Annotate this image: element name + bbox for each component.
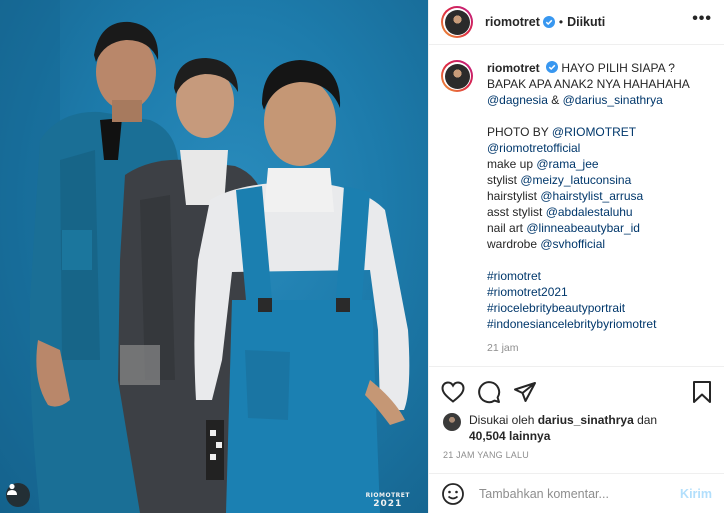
hashtag-link[interactable]: #riocelebritybeautyportrait <box>487 300 690 316</box>
credit-line: PHOTO BY @RIOMOTRET <box>487 125 637 139</box>
comment-bubble-icon[interactable] <box>477 380 501 404</box>
like-heart-icon[interactable] <box>441 381 465 403</box>
separator-dot: • <box>558 15 564 29</box>
liker-username[interactable]: darius_sinathrya <box>538 413 634 427</box>
verified-badge-icon <box>542 16 555 28</box>
user-icon <box>7 483 17 495</box>
mention-link[interactable]: @riomotretofficial <box>487 141 580 155</box>
mention-link[interactable]: @abdalestaluhu <box>546 205 633 219</box>
credit-line: @riomotretofficial <box>487 140 690 156</box>
caption-username[interactable]: riomotret <box>487 61 540 75</box>
emoji-icon[interactable] <box>441 482 465 506</box>
post-comment-button[interactable]: Kirim <box>680 487 712 501</box>
mention-link[interactable]: @dagnesia <box>487 93 548 107</box>
likes-count[interactable]: 40,504 lainnya <box>469 429 550 443</box>
post-header: riomotret • Diikuti ••• <box>429 0 724 45</box>
hashtag-link[interactable]: #indonesiancelebritybyriomotret <box>487 316 690 332</box>
watermark-line2: 2021 <box>373 499 403 509</box>
caption-amp: & <box>547 93 563 107</box>
watermark: RIOMOTRET 2021 <box>366 493 410 509</box>
mention-link[interactable]: @meizy_latuconsina <box>520 173 631 187</box>
likes-summary: Disukai oleh darius_sinathrya dan 40,504… <box>443 412 657 444</box>
caption-line1: HAYO PILIH SIAPA ? <box>561 61 675 75</box>
credit-line: wardrobe @svhofficial <box>487 237 606 251</box>
bookmark-icon[interactable] <box>692 380 712 404</box>
hashtag-link[interactable]: #riomotret2021 <box>487 284 690 300</box>
mention-link[interactable]: @svhofficial <box>540 237 605 251</box>
liker-avatar[interactable] <box>443 413 461 431</box>
credit-line: stylist @meizy_latuconsina <box>487 173 632 187</box>
post-photo[interactable]: RIOMOTRET 2021 <box>0 0 428 513</box>
author-avatar[interactable] <box>441 6 473 38</box>
caption-timestamp[interactable]: 21 jam <box>487 340 690 356</box>
mention-link[interactable]: @rama_jee <box>536 157 598 171</box>
mention-link[interactable]: @darius_sinathrya <box>563 93 663 107</box>
likes-prefix: Disukai oleh <box>469 413 538 427</box>
more-options-icon[interactable]: ••• <box>692 11 712 27</box>
likes-middle: dan <box>633 413 658 427</box>
comment-input[interactable] <box>479 487 681 501</box>
mention-link[interactable]: @hairstylist_arrusa <box>540 189 643 203</box>
credit-line: hairstylist @hairstylist_arrusa <box>487 189 644 203</box>
credit-line: make up @rama_jee <box>487 157 599 171</box>
caption: riomotret HAYO PILIH SIAPA ? BAPAK APA A… <box>441 60 716 356</box>
post-timestamp[interactable]: 21 JAM YANG LALU <box>443 450 529 460</box>
follow-status[interactable]: Diikuti <box>567 15 605 29</box>
credit-line: asst stylist @abdalestaluhu <box>487 205 633 219</box>
verified-badge-icon <box>546 61 559 73</box>
author-username[interactable]: riomotret <box>485 15 540 29</box>
mention-link[interactable]: @linneabeautybar_id <box>526 221 640 235</box>
hashtag-link[interactable]: #riomotret <box>487 268 690 284</box>
actions-section: Disukai oleh darius_sinathrya dan 40,504… <box>429 366 724 513</box>
caption-text: riomotret HAYO PILIH SIAPA ? BAPAK APA A… <box>487 60 690 356</box>
mention-link[interactable]: @RIOMOTRET <box>552 125 636 139</box>
tagged-users-button[interactable] <box>6 483 30 507</box>
comments-area: riomotret HAYO PILIH SIAPA ? BAPAK APA A… <box>441 60 716 356</box>
caption-avatar[interactable] <box>441 60 473 92</box>
add-comment-bar: Kirim <box>429 473 724 513</box>
action-icons <box>441 379 712 405</box>
post-side-panel: riomotret • Diikuti ••• riomotret HAYO P… <box>428 0 724 513</box>
credit-line: nail art @linneabeautybar_id <box>487 221 640 235</box>
portrait-illustration <box>0 0 410 513</box>
share-paper-plane-icon[interactable] <box>513 381 537 403</box>
caption-line2: BAPAK APA ANAK2 NYA HAHAHAHA <box>487 77 690 91</box>
